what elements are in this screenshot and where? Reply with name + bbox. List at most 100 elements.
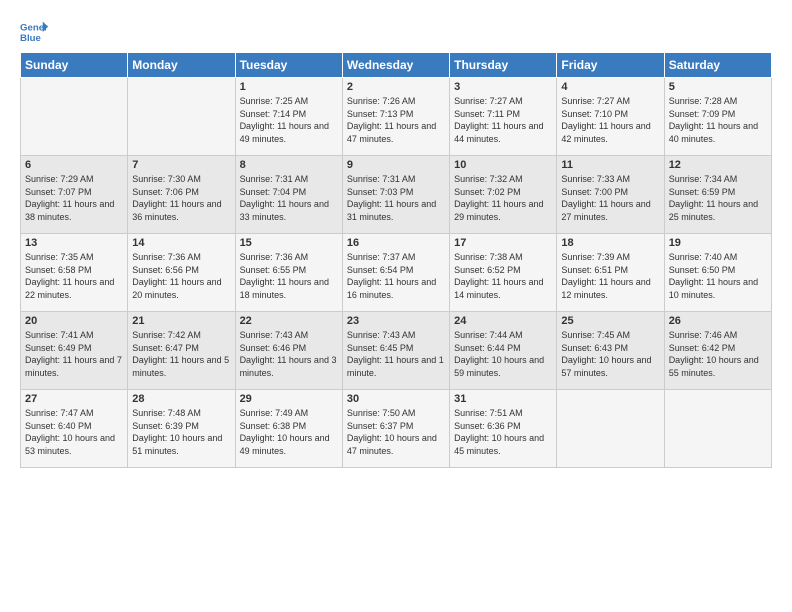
cell-info: Sunrise: 7:27 AM Sunset: 7:10 PM Dayligh… <box>561 95 659 145</box>
cell-info: Sunrise: 7:38 AM Sunset: 6:52 PM Dayligh… <box>454 251 552 301</box>
cell-info: Sunrise: 7:30 AM Sunset: 7:06 PM Dayligh… <box>132 173 230 223</box>
calendar-table: SundayMondayTuesdayWednesdayThursdayFrid… <box>20 52 772 468</box>
cell-info: Sunrise: 7:50 AM Sunset: 6:37 PM Dayligh… <box>347 407 445 457</box>
header: General Blue <box>20 18 772 46</box>
calendar-cell: 2 Sunrise: 7:26 AM Sunset: 7:13 PM Daylig… <box>342 78 449 156</box>
day-number: 3 <box>454 81 552 93</box>
day-number: 24 <box>454 315 552 327</box>
calendar-cell: 9Sunrise: 7:31 AM Sunset: 7:03 PM Daylig… <box>342 156 449 234</box>
cell-info: Sunrise: 7:39 AM Sunset: 6:51 PM Dayligh… <box>561 251 659 301</box>
day-header-wednesday: Wednesday <box>342 53 449 78</box>
day-number: 6 <box>25 159 123 171</box>
day-number: 31 <box>454 393 552 405</box>
calendar-cell <box>557 390 664 468</box>
calendar-cell: 5 Sunrise: 7:28 AM Sunset: 7:09 PM Daylig… <box>664 78 771 156</box>
day-number: 18 <box>561 237 659 249</box>
cell-info: Sunrise: 7:26 AM Sunset: 7:13 PM Dayligh… <box>347 95 445 145</box>
cell-info: Sunrise: 7:33 AM Sunset: 7:00 PM Dayligh… <box>561 173 659 223</box>
cell-info: Sunrise: 7:36 AM Sunset: 6:56 PM Dayligh… <box>132 251 230 301</box>
cell-info: Sunrise: 7:31 AM Sunset: 7:03 PM Dayligh… <box>347 173 445 223</box>
day-number: 13 <box>25 237 123 249</box>
cell-info: Sunrise: 7:43 AM Sunset: 6:45 PM Dayligh… <box>347 329 445 379</box>
cell-info: Sunrise: 7:47 AM Sunset: 6:40 PM Dayligh… <box>25 407 123 457</box>
calendar-cell: 12 Sunrise: 7:34 AM Sunset: 6:59 PM Dayli… <box>664 156 771 234</box>
day-number: 19 <box>669 237 767 249</box>
day-header-monday: Monday <box>128 53 235 78</box>
cell-info: Sunrise: 7:48 AM Sunset: 6:39 PM Dayligh… <box>132 407 230 457</box>
day-number: 25 <box>561 315 659 327</box>
day-number: 30 <box>347 393 445 405</box>
cell-info: Sunrise: 7:35 AM Sunset: 6:58 PM Dayligh… <box>25 251 123 301</box>
calendar-cell: 11 Sunrise: 7:33 AM Sunset: 7:00 PM Dayli… <box>557 156 664 234</box>
day-number: 12 <box>669 159 767 171</box>
calendar-cell: 14 Sunrise: 7:36 AM Sunset: 6:56 PM Dayli… <box>128 234 235 312</box>
day-number: 29 <box>240 393 338 405</box>
cell-info: Sunrise: 7:34 AM Sunset: 6:59 PM Dayligh… <box>669 173 767 223</box>
cell-info: Sunrise: 7:27 AM Sunset: 7:11 PM Dayligh… <box>454 95 552 145</box>
cell-info: Sunrise: 7:25 AM Sunset: 7:14 PM Dayligh… <box>240 95 338 145</box>
cell-info: Sunrise: 7:44 AM Sunset: 6:44 PM Dayligh… <box>454 329 552 379</box>
calendar-cell: 15 Sunrise: 7:36 AM Sunset: 6:55 PM Dayli… <box>235 234 342 312</box>
day-number: 2 <box>347 81 445 93</box>
day-number: 20 <box>25 315 123 327</box>
day-number: 27 <box>25 393 123 405</box>
cell-info: Sunrise: 7:32 AM Sunset: 7:02 PM Dayligh… <box>454 173 552 223</box>
day-number: 15 <box>240 237 338 249</box>
day-header-friday: Friday <box>557 53 664 78</box>
day-number: 28 <box>132 393 230 405</box>
cell-info: Sunrise: 7:46 AM Sunset: 6:42 PM Dayligh… <box>669 329 767 379</box>
day-number: 22 <box>240 315 338 327</box>
calendar-cell: 26 Sunrise: 7:46 AM Sunset: 6:42 PM Dayli… <box>664 312 771 390</box>
day-number: 23 <box>347 315 445 327</box>
calendar-cell: 20 Sunrise: 7:41 AM Sunset: 6:49 PM Dayli… <box>21 312 128 390</box>
day-number: 1 <box>240 81 338 93</box>
cell-info: Sunrise: 7:28 AM Sunset: 7:09 PM Dayligh… <box>669 95 767 145</box>
logo: General Blue <box>20 18 48 46</box>
day-number: 17 <box>454 237 552 249</box>
day-number: 10 <box>454 159 552 171</box>
cell-info: Sunrise: 7:45 AM Sunset: 6:43 PM Dayligh… <box>561 329 659 379</box>
calendar-cell: 1 Sunrise: 7:25 AM Sunset: 7:14 PM Daylig… <box>235 78 342 156</box>
day-number: 21 <box>132 315 230 327</box>
cell-info: Sunrise: 7:36 AM Sunset: 6:55 PM Dayligh… <box>240 251 338 301</box>
calendar-cell: 23 Sunrise: 7:43 AM Sunset: 6:45 PM Dayli… <box>342 312 449 390</box>
cell-info: Sunrise: 7:42 AM Sunset: 6:47 PM Dayligh… <box>132 329 230 379</box>
calendar-cell <box>128 78 235 156</box>
day-number: 5 <box>669 81 767 93</box>
logo-icon: General Blue <box>20 18 48 46</box>
day-number: 14 <box>132 237 230 249</box>
cell-info: Sunrise: 7:49 AM Sunset: 6:38 PM Dayligh… <box>240 407 338 457</box>
calendar-cell: 31 Sunrise: 7:51 AM Sunset: 6:36 PM Dayli… <box>450 390 557 468</box>
svg-text:Blue: Blue <box>20 33 41 44</box>
calendar-cell: 22 Sunrise: 7:43 AM Sunset: 6:46 PM Dayli… <box>235 312 342 390</box>
cell-info: Sunrise: 7:29 AM Sunset: 7:07 PM Dayligh… <box>25 173 123 223</box>
calendar-cell: 29 Sunrise: 7:49 AM Sunset: 6:38 PM Dayli… <box>235 390 342 468</box>
cell-info: Sunrise: 7:37 AM Sunset: 6:54 PM Dayligh… <box>347 251 445 301</box>
page-container: General Blue SundayMondayTuesdayWednesda… <box>0 0 792 478</box>
calendar-cell: 8 Sunrise: 7:31 AM Sunset: 7:04 PM Daylig… <box>235 156 342 234</box>
calendar-cell: 3 Sunrise: 7:27 AM Sunset: 7:11 PM Daylig… <box>450 78 557 156</box>
day-number: 7 <box>132 159 230 171</box>
cell-info: Sunrise: 7:41 AM Sunset: 6:49 PM Dayligh… <box>25 329 123 379</box>
calendar-cell: 7 Sunrise: 7:30 AM Sunset: 7:06 PM Daylig… <box>128 156 235 234</box>
calendar-cell: 28 Sunrise: 7:48 AM Sunset: 6:39 PM Dayli… <box>128 390 235 468</box>
calendar-cell <box>664 390 771 468</box>
day-number: 26 <box>669 315 767 327</box>
calendar-cell: 13 Sunrise: 7:35 AM Sunset: 6:58 PM Dayli… <box>21 234 128 312</box>
calendar-cell: 16Sunrise: 7:37 AM Sunset: 6:54 PM Dayli… <box>342 234 449 312</box>
day-number: 8 <box>240 159 338 171</box>
calendar-cell: 6 Sunrise: 7:29 AM Sunset: 7:07 PM Daylig… <box>21 156 128 234</box>
cell-info: Sunrise: 7:43 AM Sunset: 6:46 PM Dayligh… <box>240 329 338 379</box>
day-header-thursday: Thursday <box>450 53 557 78</box>
day-header-sunday: Sunday <box>21 53 128 78</box>
day-number: 11 <box>561 159 659 171</box>
day-number: 4 <box>561 81 659 93</box>
cell-info: Sunrise: 7:51 AM Sunset: 6:36 PM Dayligh… <box>454 407 552 457</box>
day-header-tuesday: Tuesday <box>235 53 342 78</box>
day-header-saturday: Saturday <box>664 53 771 78</box>
calendar-cell: 27 Sunrise: 7:47 AM Sunset: 6:40 PM Dayli… <box>21 390 128 468</box>
calendar-cell: 17 Sunrise: 7:38 AM Sunset: 6:52 PM Dayli… <box>450 234 557 312</box>
cell-info: Sunrise: 7:31 AM Sunset: 7:04 PM Dayligh… <box>240 173 338 223</box>
calendar-cell: 25 Sunrise: 7:45 AM Sunset: 6:43 PM Dayli… <box>557 312 664 390</box>
calendar-cell: 24 Sunrise: 7:44 AM Sunset: 6:44 PM Dayli… <box>450 312 557 390</box>
